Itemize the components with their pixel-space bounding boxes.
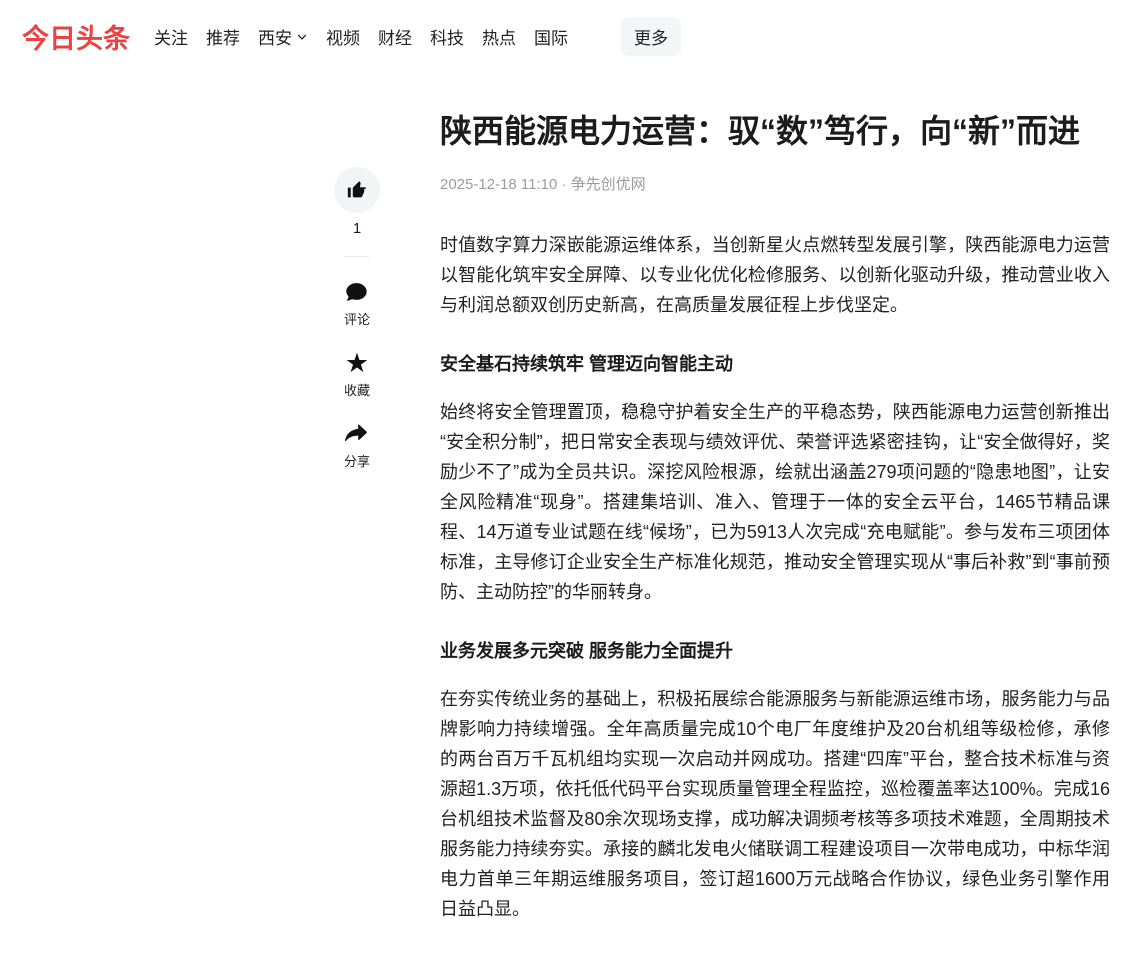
share-arrow-icon — [344, 421, 369, 447]
rail-divider — [345, 256, 369, 257]
like-count: 1 — [353, 220, 361, 237]
nav-item-city-label: 西安 — [258, 24, 292, 49]
top-nav: 今日头条 关注 推荐 西安 视频 财经 科技 热点 国际 更多 — [0, 0, 1142, 72]
nav-item-video[interactable]: 视频 — [326, 24, 360, 49]
nav-item-international[interactable]: 国际 — [534, 24, 568, 49]
nav-item-recommend[interactable]: 推荐 — [206, 24, 240, 49]
article-intro-paragraph: 时值数字算力深嵌能源运维体系，当创新星火点燃转型发展引擎，陕西能源电力运营以智能… — [440, 230, 1110, 320]
action-rail: 1 评论 ★ 收藏 分享 — [334, 167, 380, 470]
article-title: 陕西能源电力运营：驭“数”笃行，向“新”而进 — [440, 104, 1110, 159]
section-paragraph-1: 始终将安全管理置顶，稳稳守护着安全生产的平稳态势，陕西能源电力运营创新推出“安全… — [440, 397, 1110, 607]
section-paragraph-2: 在夯实传统业务的基础上，积极拓展综合能源服务与新能源运维市场，服务能力与品牌影响… — [440, 684, 1110, 924]
nav-item-city[interactable]: 西安 — [258, 24, 308, 49]
nav-item-hot[interactable]: 热点 — [482, 24, 516, 49]
primary-nav: 关注 推荐 西安 视频 财经 科技 热点 国际 更多 — [154, 17, 681, 56]
nav-item-more[interactable]: 更多 — [621, 17, 681, 56]
nav-item-tech[interactable]: 科技 — [430, 24, 464, 49]
site-logo[interactable]: 今日头条 — [22, 17, 130, 56]
article: 陕西能源电力运营：驭“数”笃行，向“新”而进 2025-12-18 11:10 … — [440, 104, 1110, 924]
nav-item-follow[interactable]: 关注 — [154, 24, 188, 49]
thumbs-up-icon — [346, 177, 368, 203]
section-heading-2: 业务发展多元突破 服务能力全面提升 — [440, 639, 1110, 664]
share-label: 分享 — [344, 451, 370, 470]
like-button[interactable] — [334, 167, 380, 213]
share-button[interactable]: 分享 — [344, 421, 370, 470]
comment-label: 评论 — [344, 309, 370, 328]
comment-button[interactable]: 评论 — [344, 279, 370, 328]
chevron-down-icon — [296, 31, 308, 43]
article-meta: 2025-12-18 11:10 · 争先创优网 — [440, 173, 1110, 194]
section-heading-1: 安全基石持续筑牢 管理迈向智能主动 — [440, 352, 1110, 377]
star-icon: ★ — [345, 350, 369, 376]
nav-item-finance[interactable]: 财经 — [378, 24, 412, 49]
comment-bubble-icon — [344, 279, 369, 305]
favorite-button[interactable]: ★ 收藏 — [344, 350, 370, 399]
favorite-label: 收藏 — [344, 380, 370, 399]
